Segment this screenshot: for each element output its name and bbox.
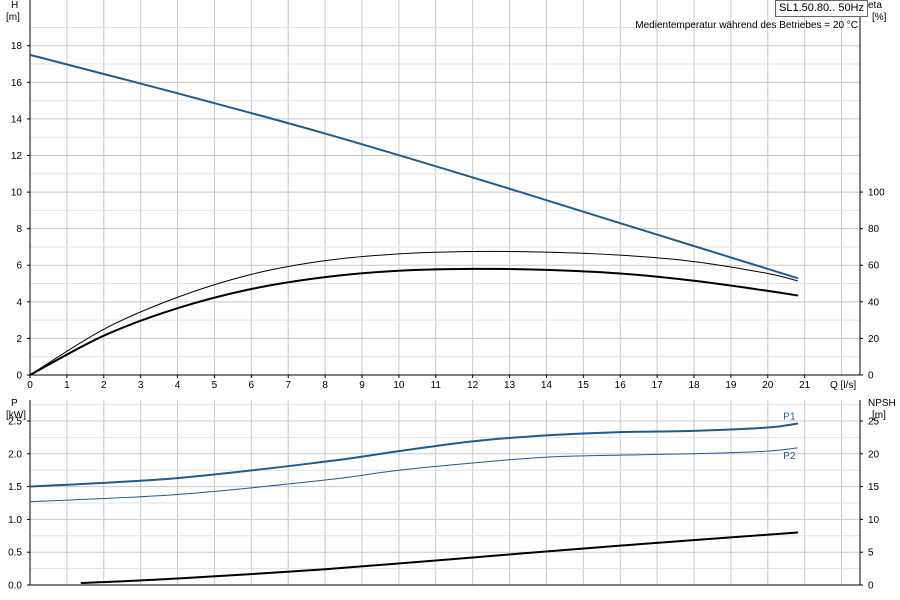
x-tick-label: 18: [688, 380, 700, 391]
y-tick-label-right: 0: [868, 371, 874, 382]
y-tick-label-left: 0: [16, 371, 22, 382]
pump-performance-chart: 0246810121416180204060801000 1 2 3 4 5 6 7 8 9 10 1…: [6, 0, 896, 592]
x-tick-label: 5: [212, 380, 218, 391]
x-tick-label: 11: [431, 380, 442, 391]
x-tick-label: 21: [799, 380, 811, 391]
y-axis-title-right: eta: [868, 0, 882, 11]
x-tick-label: 10: [393, 380, 405, 391]
x-tick-label: 2: [101, 380, 107, 391]
x-tick-label: 0: [27, 380, 33, 391]
series-line: [29, 53, 799, 280]
x-tick-label: 7: [285, 380, 291, 391]
y-tick-label-left: 16: [11, 78, 23, 89]
y-tick-label-left: 2.0: [8, 449, 22, 460]
y-tick-label-right: 40: [868, 297, 880, 308]
y-tick-label-right: 0: [868, 581, 874, 592]
x-tick-label: 4: [175, 380, 181, 391]
x-tick-label: 15: [578, 380, 590, 391]
y-tick-label-left: 18: [11, 41, 23, 52]
y-tick-label-right: 60: [868, 261, 880, 272]
y-tick-label-right: 100: [868, 188, 885, 199]
y-axis-title-left: H: [11, 0, 18, 11]
y-tick-label-left: 1.5: [8, 482, 22, 493]
y-tick-label-right: 20: [868, 449, 880, 460]
x-tick-label: 20: [762, 380, 774, 391]
y-tick-label-left: 6: [16, 261, 22, 272]
temperature-note: Medientemperatur während des Betriebes =…: [635, 20, 858, 31]
y-tick-label-right: 15: [868, 482, 880, 493]
series-line-p1: [29, 422, 799, 488]
x-tick-label: 6: [249, 380, 255, 391]
y-axis-title-left: P: [11, 398, 18, 409]
y-tick-label-left: 0.5: [8, 548, 22, 559]
product-label: SL1.50.80.. 50Hz: [775, 0, 869, 17]
y-tick-label-left: 8: [16, 224, 22, 235]
y-axis-title-right: NPSH: [868, 398, 896, 409]
y-tick-label-right: 5: [868, 548, 874, 559]
y-tick-label-right: 80: [868, 224, 880, 235]
y-tick-label-left: 1.0: [8, 515, 22, 526]
y-tick-label-left: 14: [11, 114, 23, 125]
y-axis-unit-right: [m]: [872, 410, 886, 421]
y-axis-unit-left: [m]: [6, 12, 20, 23]
x-tick-label: 17: [652, 380, 664, 391]
x-tick-label: 13: [504, 380, 516, 391]
x-tick-label: 19: [725, 380, 737, 391]
y-tick-label-left: 12: [11, 151, 23, 162]
series-line: [29, 267, 799, 376]
y-axis-unit-left: [kW]: [6, 410, 26, 421]
series-label: P2: [783, 451, 796, 462]
series-line: [80, 531, 799, 585]
y-tick-label-right: 20: [868, 334, 880, 345]
x-tick-label: 8: [322, 380, 328, 391]
x-tick-label: 16: [615, 380, 627, 391]
x-tick-label: 14: [541, 380, 553, 391]
y-tick-label-right: 10: [868, 515, 880, 526]
series-line-p2: [29, 447, 798, 503]
y-tick-label-left: 10: [11, 188, 23, 199]
x-tick-label: 1: [64, 380, 70, 391]
y-tick-label-left: 0.0: [8, 581, 22, 592]
series-label: P1: [783, 412, 796, 423]
y-tick-label-left: 4: [16, 297, 22, 308]
x-tick-label: 9: [359, 380, 365, 391]
x-axis-label: Q [l/s]: [830, 380, 856, 391]
y-tick-label-left: 2: [16, 334, 22, 345]
x-tick-label: 12: [467, 380, 479, 391]
x-tick-label: 3: [138, 380, 144, 391]
y-axis-unit-right: [%]: [872, 12, 887, 23]
